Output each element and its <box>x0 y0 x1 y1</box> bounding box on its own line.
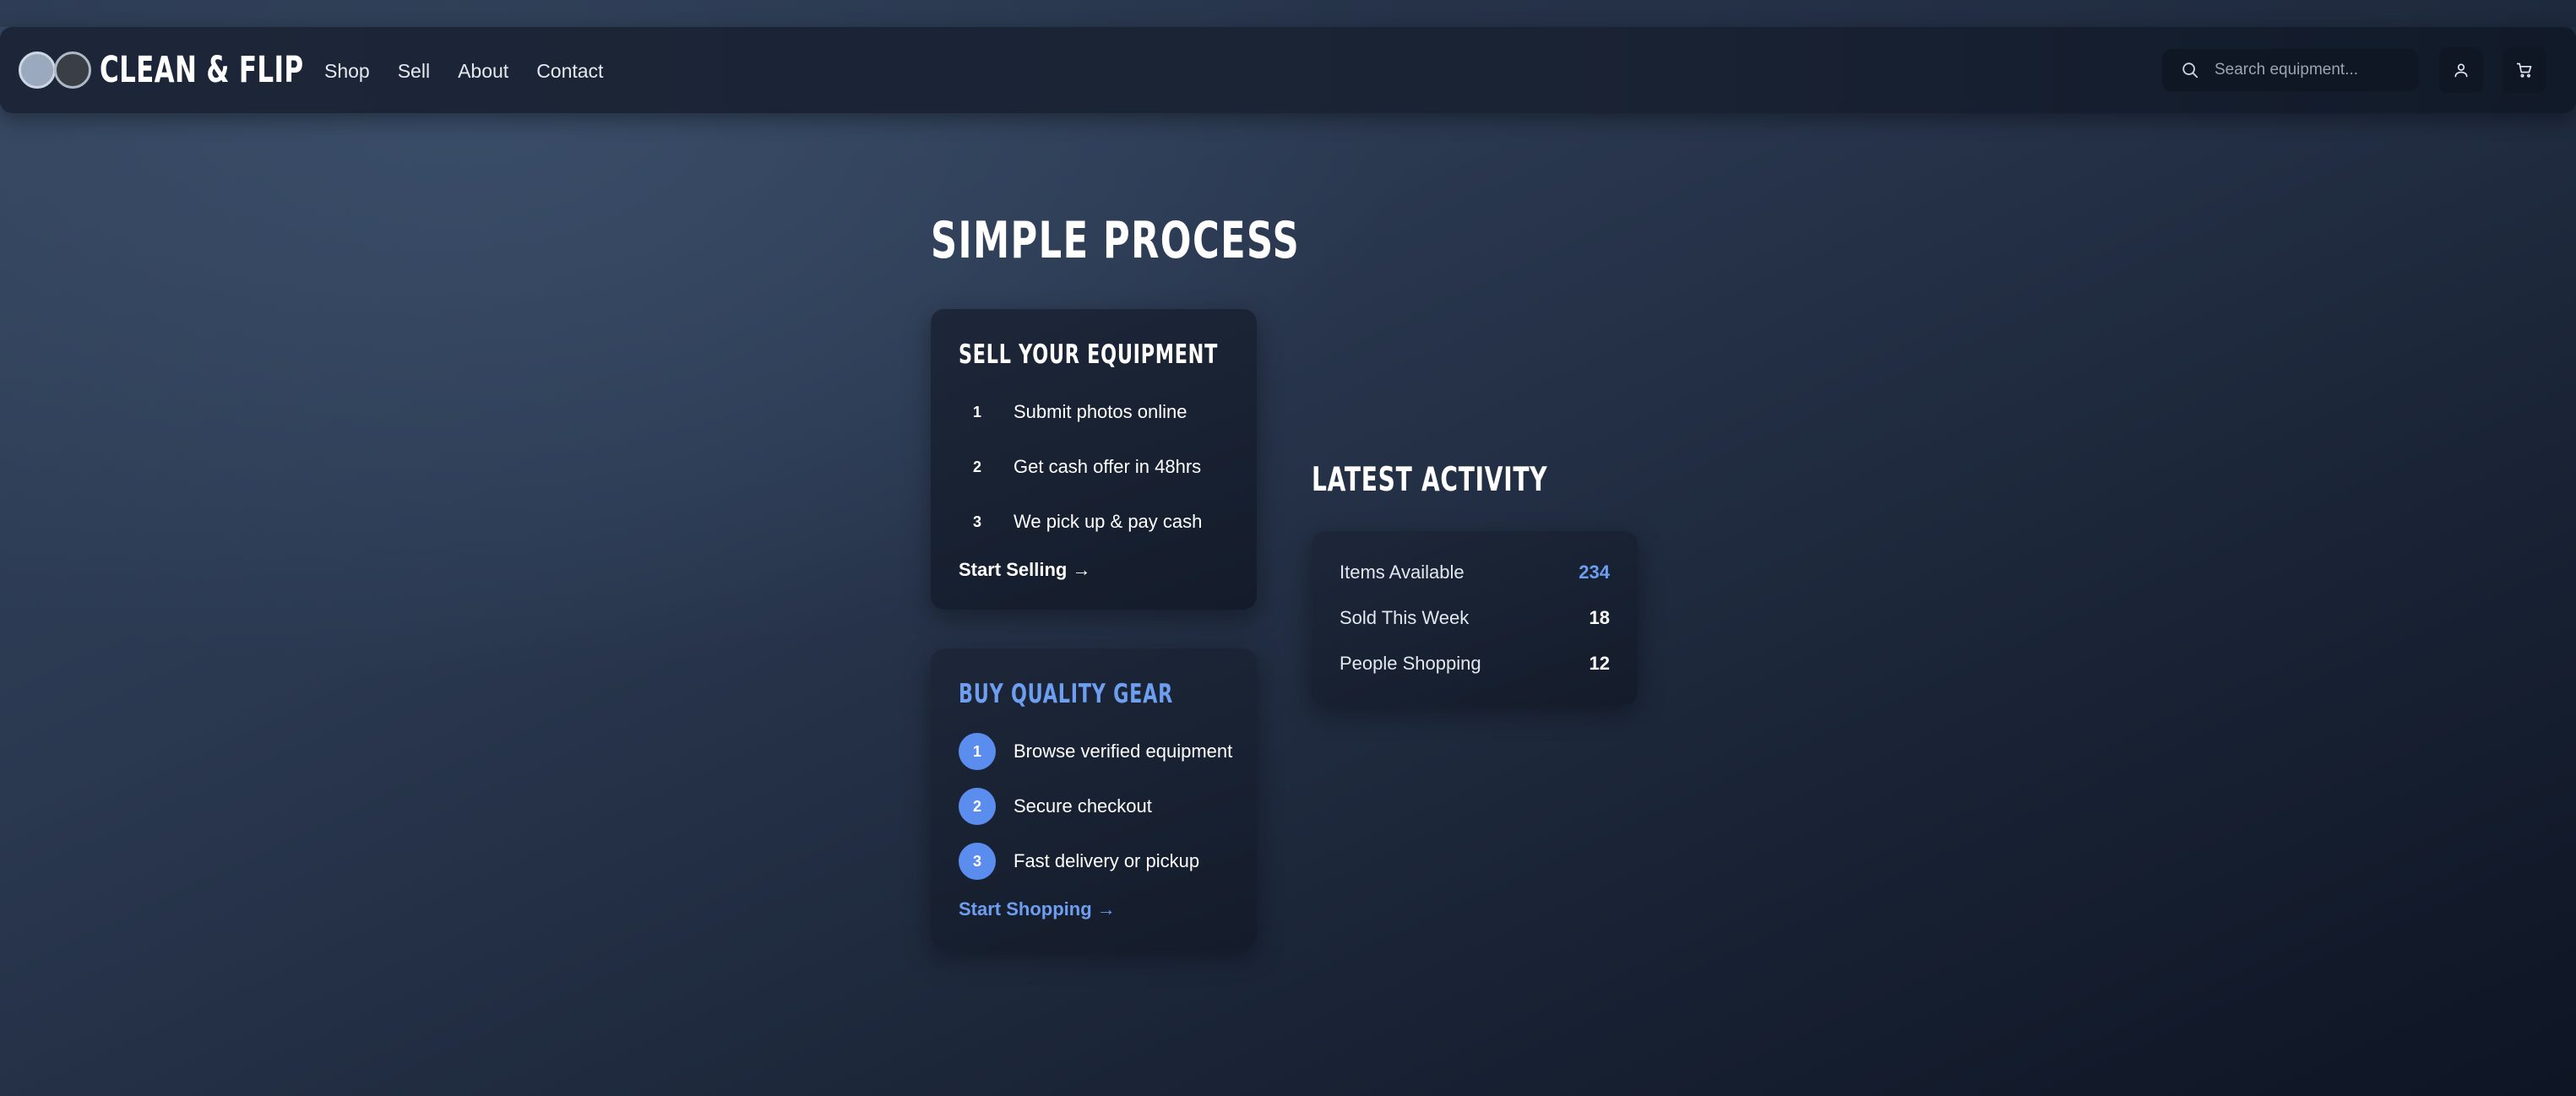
main-nav: Shop Sell About Contact <box>324 54 631 88</box>
nav-link-contact[interactable]: Contact <box>536 60 603 83</box>
buy-step: 2 Secure checkout <box>959 788 1152 825</box>
sell-card-title: SELL YOUR EQUIPMENT <box>959 339 1219 370</box>
step-text: Get cash offer in 48hrs <box>1014 456 1202 477</box>
stat-value: 18 <box>1589 607 1610 628</box>
search-icon <box>2182 62 2198 79</box>
buy-step: 1 Browse verified equipment <box>959 733 1232 770</box>
step-number: 1 <box>972 403 981 420</box>
step-number: 2 <box>972 458 981 475</box>
activity-title: LATEST ACTIVITY <box>1312 461 1548 499</box>
buy-step: 3 Fast delivery or pickup <box>959 843 1199 880</box>
stat-row-people-shopping: People Shopping 12 <box>1340 647 1610 681</box>
step-number: 3 <box>959 843 996 880</box>
buy-card: BUY QUALITY GEAR 1 Browse verified equip… <box>931 648 1257 949</box>
stat-label: Items Available <box>1340 562 1465 583</box>
stat-value: 234 <box>1579 562 1610 583</box>
step-text: Secure checkout <box>1014 795 1152 817</box>
sell-step: 1 Submit photos online <box>959 393 1187 431</box>
search-placeholder: Search equipment... <box>2215 61 2359 79</box>
step-number: 3 <box>972 513 981 530</box>
account-button[interactable] <box>2439 47 2483 93</box>
logo-circle-icon <box>19 52 56 89</box>
step-number: 1 <box>959 733 996 770</box>
nav-link-shop[interactable]: Shop <box>324 60 370 83</box>
step-text: Submit photos online <box>1014 401 1187 422</box>
step-number: 2 <box>959 788 996 825</box>
step-text: We pick up & pay cash <box>1014 511 1203 532</box>
sell-step: 2 Get cash offer in 48hrs <box>959 448 1201 486</box>
sell-step: 3 We pick up & pay cash <box>959 503 1202 540</box>
step-text: Fast delivery or pickup <box>1014 850 1200 871</box>
stat-label: People Shopping <box>1340 653 1481 674</box>
user-icon <box>2454 63 2468 78</box>
buy-card-title: BUY QUALITY GEAR <box>959 679 1173 709</box>
start-selling-link[interactable]: Start Selling → <box>959 559 1090 581</box>
stat-value: 12 <box>1589 653 1610 674</box>
process-title: SIMPLE PROCESS <box>931 211 1301 270</box>
nav-link-sell[interactable]: Sell <box>398 60 430 83</box>
cart-icon <box>2516 62 2532 78</box>
stat-label: Sold This Week <box>1340 607 1470 628</box>
top-strip <box>0 0 2576 27</box>
stat-row-items-available: Items Available 234 <box>1340 556 1610 589</box>
cart-button[interactable] <box>2503 47 2546 93</box>
step-text: Browse verified equipment <box>1014 741 1233 762</box>
sell-card: SELL YOUR EQUIPMENT 1 Submit photos onli… <box>931 309 1257 610</box>
logo-circle-icon <box>54 52 91 89</box>
stat-row-sold-this-week: Sold This Week 18 <box>1340 601 1610 635</box>
activity-card: Items Available 234 Sold This Week 18 Pe… <box>1312 531 1638 705</box>
start-shopping-link[interactable]: Start Shopping → <box>959 898 1116 920</box>
search-input[interactable]: Search equipment... <box>2162 49 2419 91</box>
brand-name: CLEAN & FLIP <box>100 49 304 91</box>
navbar: CLEAN & FLIP Shop Sell About Contact Sea… <box>0 27 2576 113</box>
nav-link-about[interactable]: About <box>458 60 508 83</box>
